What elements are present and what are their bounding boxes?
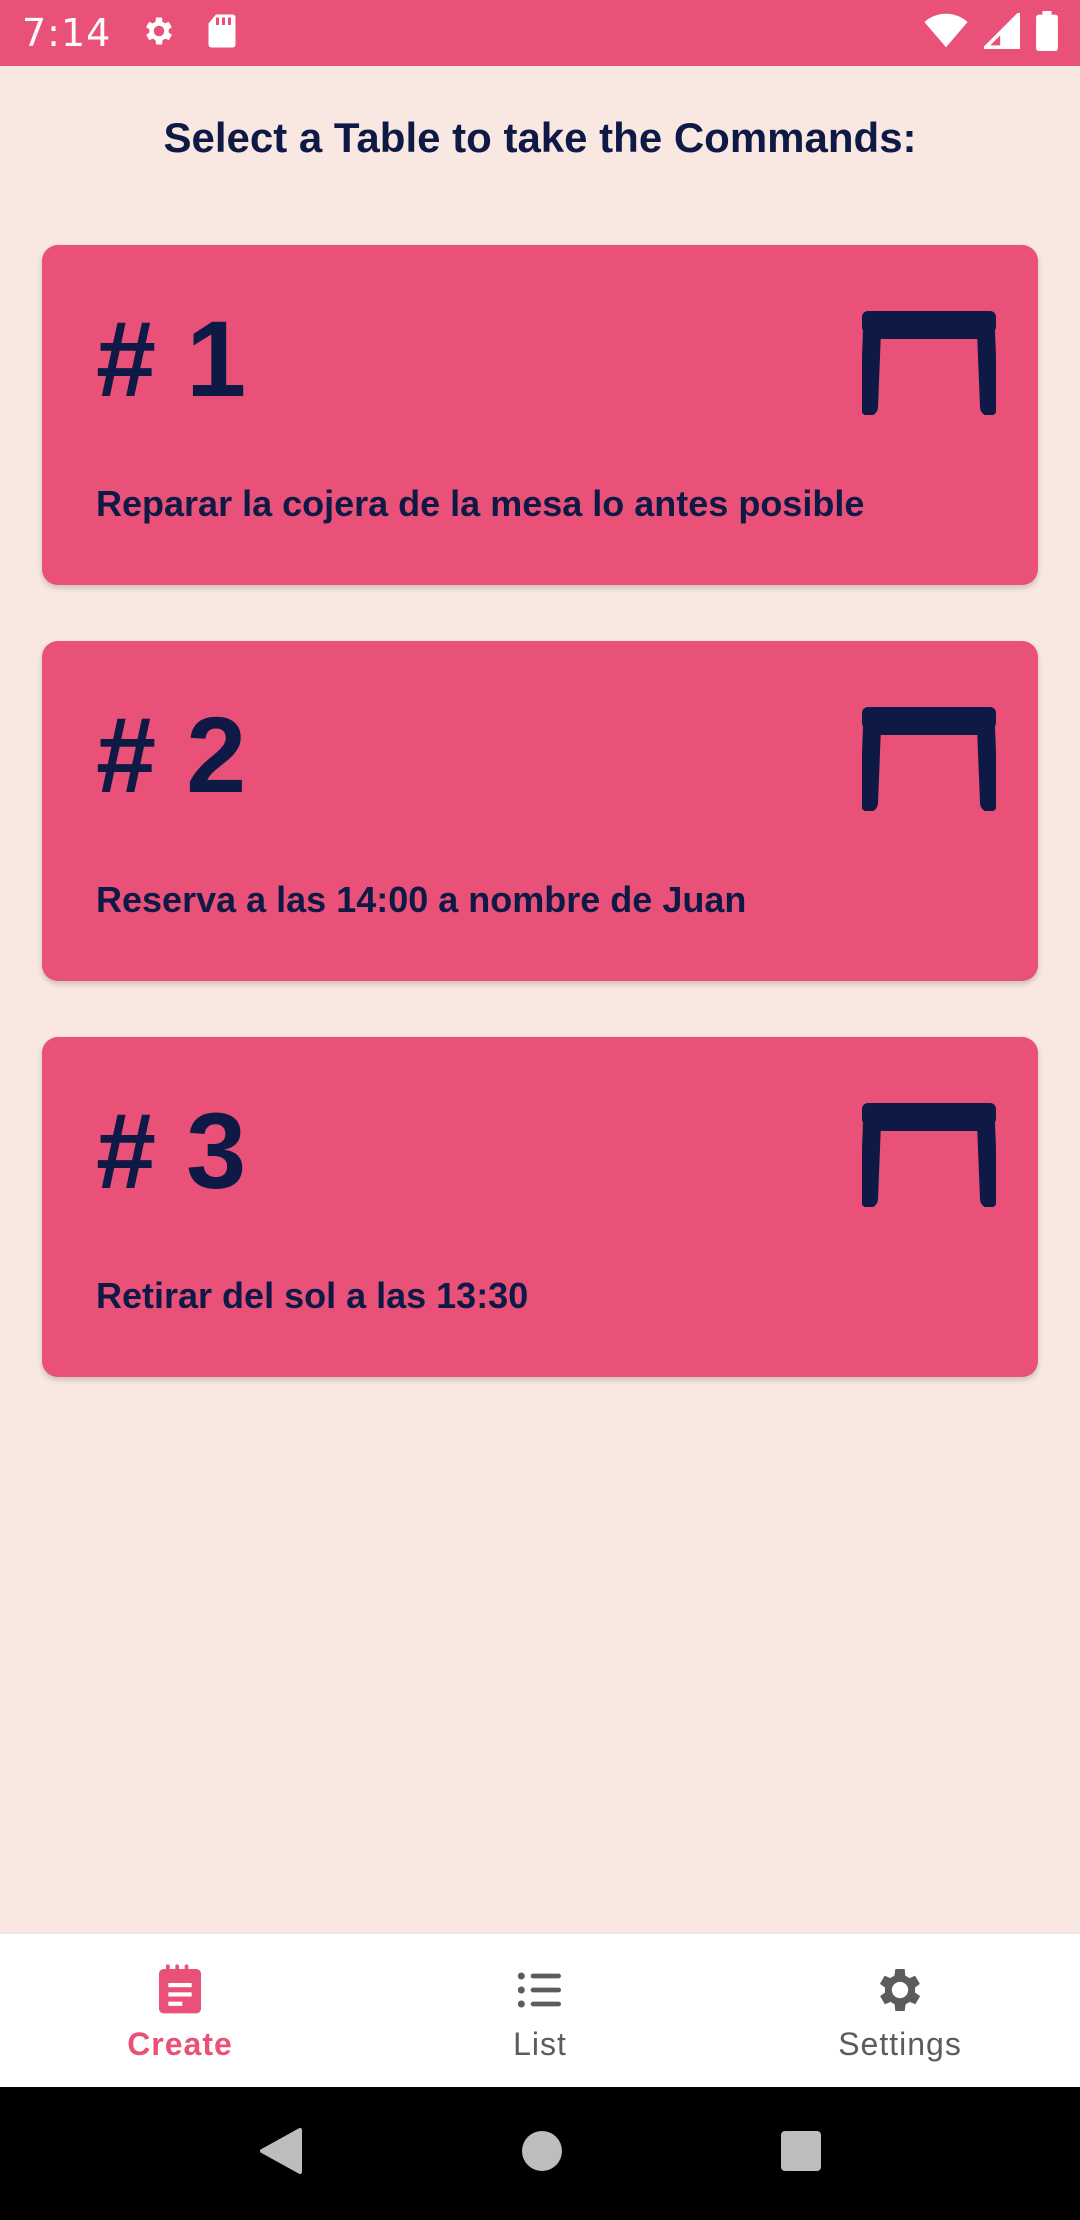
page-title: Select a Table to take the Commands:: [163, 114, 917, 161]
nav-item-settings[interactable]: Settings: [720, 1934, 1080, 2087]
back-icon[interactable]: [258, 2126, 304, 2181]
nav-label-create: Create: [127, 2026, 233, 2062]
table-card-2[interactable]: # 2 Reserva a las 14:00 a nombre de Juan: [42, 641, 1038, 981]
gear-icon: [141, 13, 177, 54]
table-card-1[interactable]: # 1 Reparar la cojera de la mesa lo ante…: [42, 245, 1038, 585]
nav-item-list[interactable]: List: [360, 1934, 720, 2087]
table-card-3[interactable]: # 3 Retirar del sol a las 13:30: [42, 1037, 1038, 1377]
system-navigation-bar: [0, 2087, 1080, 2220]
notepad-icon: [152, 1962, 208, 2018]
table-note: Reserva a las 14:00 a nombre de Juan: [96, 879, 747, 920]
sd-card-icon: [207, 13, 237, 54]
status-right: [924, 9, 1058, 56]
table-number: # 1: [96, 298, 247, 419]
status-left: 7:14: [22, 11, 237, 55]
signal-icon: [981, 9, 1020, 54]
table-icon: [860, 707, 998, 812]
table-note: Reparar la cojera de la mesa lo antes po…: [96, 483, 865, 524]
table-list: # 1 Reparar la cojera de la mesa lo ante…: [42, 245, 1038, 1433]
table-icon: [860, 311, 998, 416]
gear-icon: [872, 1962, 928, 2018]
table-number: # 3: [96, 1090, 247, 1211]
status-time: 7:14: [22, 11, 112, 55]
battery-icon: [1036, 10, 1058, 56]
table-note: Retirar del sol a las 13:30: [96, 1275, 529, 1316]
nav-label-list: List: [513, 2026, 567, 2062]
nav-label-settings: Settings: [838, 2026, 962, 2062]
table-icon: [860, 1103, 998, 1208]
home-icon[interactable]: [521, 2130, 563, 2177]
nav-item-create[interactable]: Create: [0, 1934, 360, 2087]
status-bar: 7:14: [0, 0, 1080, 66]
recents-icon[interactable]: [780, 2130, 822, 2177]
table-number: # 2: [96, 694, 247, 815]
wifi-icon: [924, 13, 968, 54]
list-icon: [512, 1962, 568, 2018]
bottom-navigation: Create List Settings: [0, 1933, 1080, 2087]
